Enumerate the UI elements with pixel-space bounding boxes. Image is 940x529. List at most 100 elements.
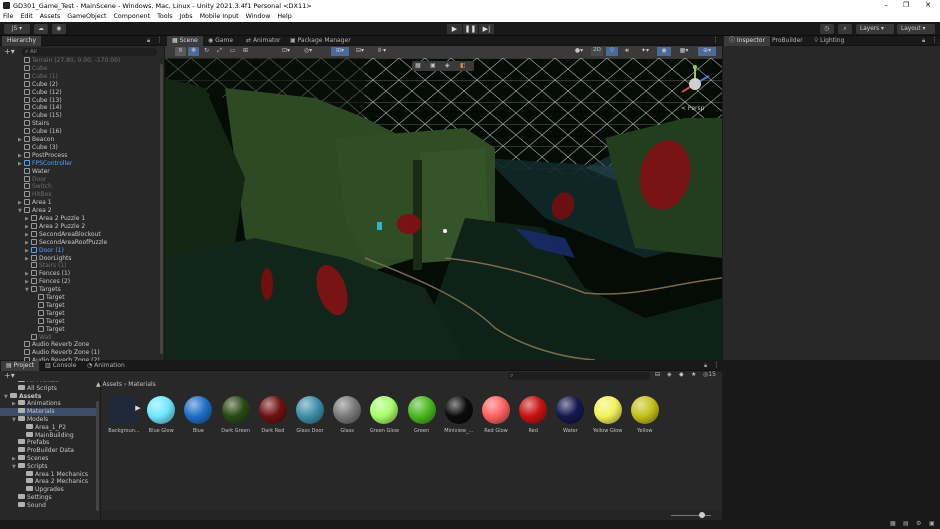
hierarchy-item[interactable]: Target — [32, 309, 65, 318]
hierarchy-item[interactable]: Target — [32, 294, 65, 302]
maximize-icon[interactable]: ❐ — [896, 0, 916, 11]
hierarchy-item[interactable]: ▶ Area 1 — [18, 199, 52, 207]
menu-file[interactable]: File — [3, 13, 14, 20]
kebab-menu-icon[interactable]: ⋮ — [931, 36, 938, 44]
scale-tool-icon[interactable]: ⤢ — [214, 47, 225, 56]
audio-toggle-icon[interactable]: 🔊︎ — [621, 47, 633, 56]
hierarchy-item[interactable]: ▶ Area 2 Puzzle 2 — [25, 222, 85, 231]
layout-dropdown[interactable]: Layout ▾ — [897, 24, 935, 34]
folder-item[interactable]: ▼ Models — [0, 416, 96, 424]
hierarchy-item[interactable]: Cube (14) — [18, 104, 62, 112]
hierarchy-item[interactable]: ▶ SecondAreaRoofPuzzle — [25, 238, 107, 247]
breadcrumb-assets[interactable]: Assets — [103, 381, 123, 388]
menu-window[interactable]: Window — [246, 13, 271, 20]
kebab-menu-icon[interactable]: ⋮ — [713, 361, 720, 369]
hierarchy-item[interactable]: Audio Reverb Zone — [18, 341, 89, 349]
folder-item[interactable]: Prefabs — [0, 439, 96, 447]
menu-component[interactable]: Component — [114, 13, 151, 20]
tab-scene[interactable]: ▦ Scene — [167, 36, 203, 46]
hierarchy-item[interactable]: Cube — [18, 64, 48, 73]
transform-tool-icon[interactable]: ⊞ — [240, 47, 251, 56]
scene-overlay-toolbar[interactable]: ▦ ▣ ◈ ◧ — [412, 61, 474, 71]
tab-package-manager[interactable]: ▣ Package Manager — [285, 36, 356, 46]
lock-icon[interactable]: 🔒︎ — [147, 37, 150, 45]
tab-hierarchy[interactable]: Hierarchy — [2, 36, 42, 46]
material-tile[interactable]: Red — [516, 396, 550, 434]
tag-icon[interactable]: ◆ — [679, 371, 684, 378]
material-tile[interactable]: Green — [405, 396, 439, 434]
kebab-menu-icon[interactable]: ⋮ — [712, 36, 719, 44]
global-dropdown[interactable]: ◎▾ — [299, 47, 317, 56]
material-tile[interactable]: Glass — [330, 396, 364, 434]
material-tile[interactable]: Dark Green — [219, 396, 253, 434]
layers-dropdown[interactable]: Layers ▾ — [856, 24, 894, 34]
add-object-button[interactable]: +▾ — [4, 47, 15, 56]
folder-tree-scrollbar[interactable] — [96, 401, 99, 511]
folder-item[interactable]: ▶ Scenes — [0, 455, 96, 463]
hierarchy-item[interactable]: ▼ Area 2 — [18, 207, 52, 215]
folder-item[interactable]: Materials — [0, 408, 96, 417]
rect-tool-icon[interactable]: ▭ — [227, 47, 238, 56]
tab-project[interactable]: ▤ Project — [1, 361, 40, 371]
tab-inspector[interactable]: ⓘ Inspector — [724, 36, 770, 46]
hierarchy-item[interactable]: Terrain (27.80, 0.00, -170.00) — [18, 57, 120, 65]
menu-mobile-input[interactable]: Mobile Input — [200, 13, 239, 20]
history-icon[interactable]: ◷ — [820, 24, 834, 34]
lighting-toggle-icon[interactable]: 💡︎ — [606, 47, 618, 56]
overlay-icon-4[interactable]: ◧ — [460, 62, 466, 69]
hierarchy-item[interactable]: ▼ Targets — [25, 286, 61, 294]
material-tile[interactable]: Yellow — [628, 396, 662, 434]
hierarchy-item[interactable]: Target — [32, 325, 65, 334]
folder-item[interactable]: ▶ Animations — [0, 400, 96, 408]
hierarchy-item[interactable]: Audio Reverb Zone (1) — [18, 349, 100, 357]
persp-label[interactable]: < Persp — [681, 105, 704, 112]
gizmos-dropdown[interactable]: ⊕▾ — [698, 47, 716, 56]
tab-animation[interactable]: ◔ Animation — [82, 361, 130, 371]
folder-item[interactable]: MainBuilding — [0, 431, 96, 440]
material-tile[interactable]: Blue Glow — [144, 396, 178, 434]
overlay-icon-1[interactable]: ▦ — [415, 62, 421, 69]
material-tile[interactable]: Dark Red — [256, 396, 290, 434]
lock-icon[interactable]: 🔒︎ — [704, 362, 707, 370]
favorite-icon[interactable]: ★ — [691, 371, 696, 378]
material-tile[interactable]: Red Glow — [479, 396, 513, 434]
folder-item[interactable]: Area_1_P2 — [0, 423, 96, 432]
2d-toggle[interactable]: 2D — [591, 47, 603, 56]
pivot-dropdown[interactable]: ⊡▾ — [277, 47, 295, 56]
expand-icon[interactable]: ▶ — [135, 404, 140, 412]
hierarchy-item[interactable]: ▶ SecondAreaBlockout — [25, 230, 101, 239]
hierarchy-item[interactable]: Target — [32, 317, 65, 326]
folder-item[interactable]: ▼ Assets — [0, 392, 96, 401]
hierarchy-item[interactable]: Cube (3) — [18, 143, 58, 152]
hand-tool-icon[interactable]: ✋︎ — [175, 47, 186, 56]
folder-item[interactable]: ProBuilder Data — [0, 447, 96, 455]
zoom-slider[interactable] — [671, 515, 711, 516]
folder-item[interactable]: Sound — [0, 501, 96, 510]
menu-jobs[interactable]: Jobs — [180, 13, 193, 20]
scene-gizmo-icon[interactable] — [673, 64, 717, 104]
search-icon[interactable]: ⌕ — [838, 24, 852, 34]
tab-game[interactable]: ◉ Game — [203, 36, 238, 46]
hierarchy-item[interactable]: ▶ Fences (2) — [25, 278, 70, 286]
tab-probuilder[interactable]: ProBuilder — [767, 36, 808, 46]
material-tile[interactable]: ▶ Backgroun... — [107, 396, 141, 434]
hierarchy-item[interactable]: ▶ PostProcess — [18, 151, 67, 160]
draw-mode-dropdown[interactable]: ●▾ — [570, 47, 588, 56]
menu-assets[interactable]: Assets — [40, 13, 61, 20]
hidden-objects-icon[interactable]: ◉ — [657, 47, 671, 56]
folder-item[interactable]: Upgrades — [0, 486, 96, 494]
folder-item[interactable]: Area 2 Mechanics — [0, 478, 96, 486]
hierarchy-item[interactable]: Cube (2) — [18, 80, 58, 89]
overlay-icon-3[interactable]: ◈ — [445, 62, 450, 69]
increment-dropdown[interactable]: ⊪▾ — [373, 47, 391, 56]
grid-snap-dropdown[interactable]: ⊞▾ — [331, 47, 349, 56]
hidden-count-badge[interactable]: ◎15 — [703, 371, 716, 378]
folder-item[interactable]: Settings — [0, 494, 96, 502]
snap-increment-dropdown[interactable]: ⊟▾ — [351, 47, 369, 56]
hierarchy-scrollbar[interactable] — [160, 64, 163, 354]
hierarchy-search-input[interactable]: All — [22, 48, 157, 56]
account-dropdown[interactable]: JS ▾ — [4, 24, 30, 34]
overlay-icon-2[interactable]: ▣ — [430, 62, 436, 69]
search-type-icon[interactable]: ⊟ — [655, 371, 660, 378]
material-tile[interactable]: Blue — [181, 396, 215, 434]
